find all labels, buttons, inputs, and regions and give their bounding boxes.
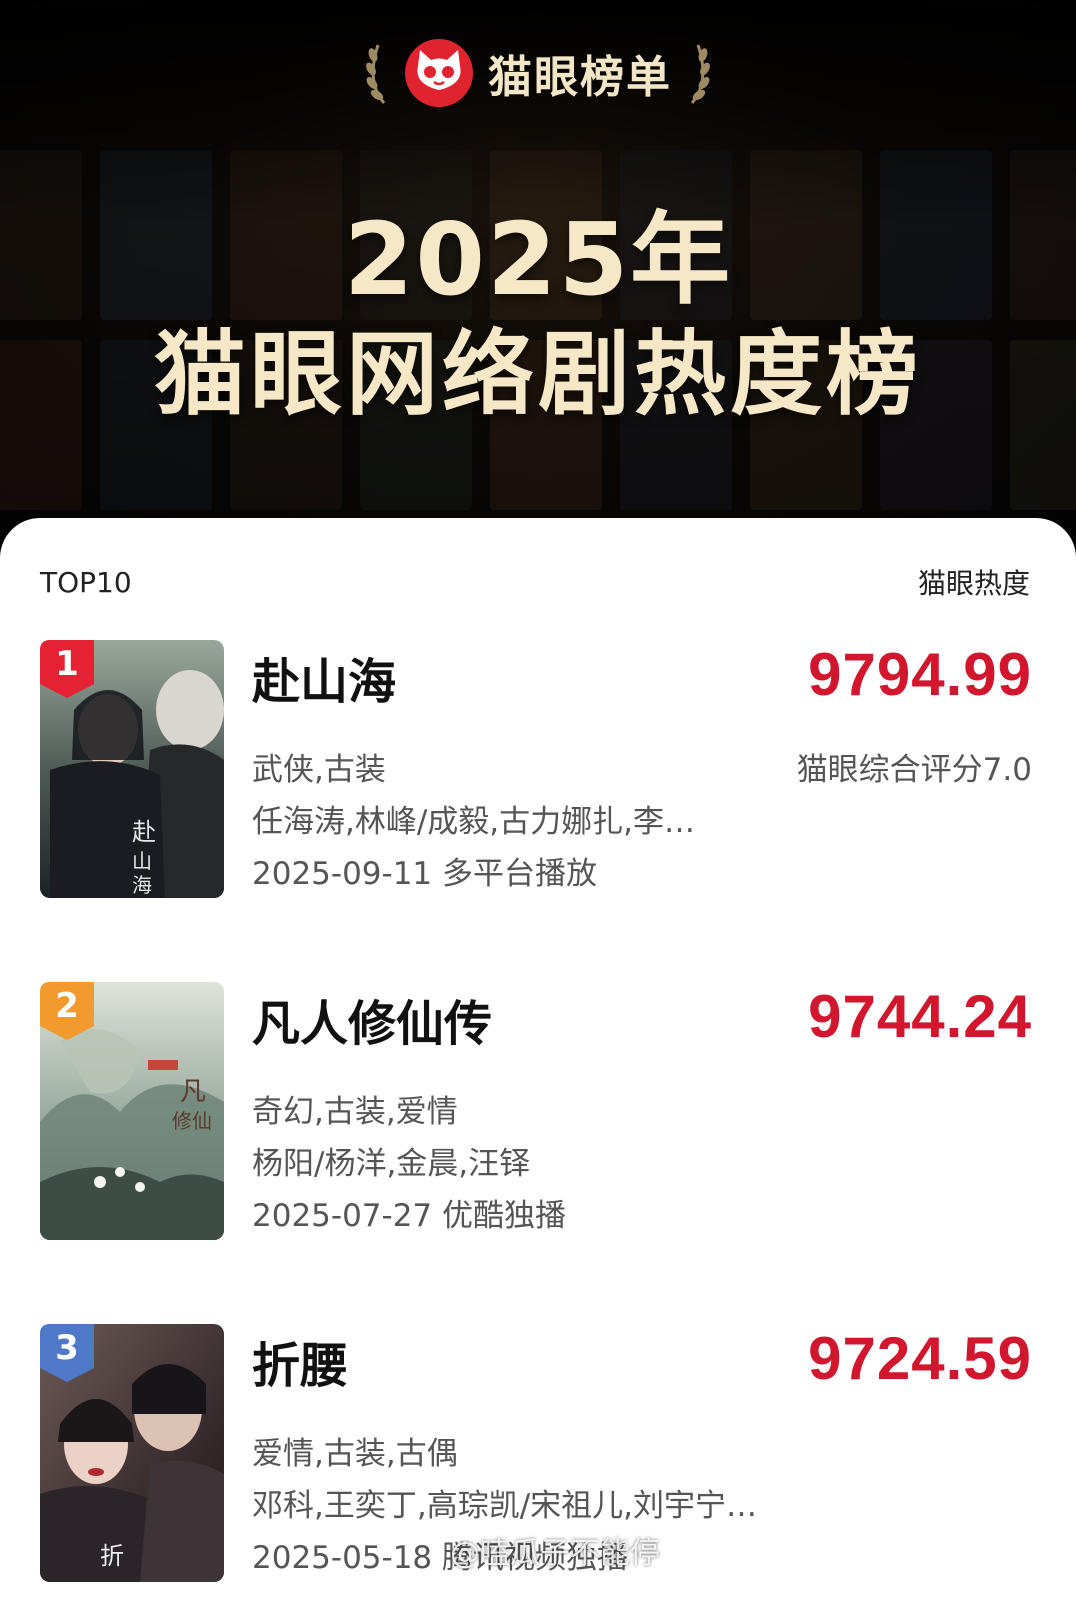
cast-list: 杨阳/杨洋,金晨,汪铎 (252, 1146, 531, 1182)
cat-face-logo-icon (405, 39, 473, 107)
genre-tags: 爱情,古装,古偶 (252, 1436, 458, 1472)
chart-main-title: 猫眼网络剧热度榜 (153, 321, 922, 428)
ranking-panel: TOP10 猫眼热度 赴 山 海 1 赴山海 9794.99 猫眼综合评分7.0… (0, 518, 1076, 1598)
rank-number: 3 (55, 1328, 79, 1368)
ranking-item-1[interactable]: 赴 山 海 1 赴山海 9794.99 猫眼综合评分7.0 武侠,古装 任海涛,… (40, 640, 1032, 902)
genre-tags: 武侠,古装 (252, 752, 386, 788)
drama-title[interactable]: 凡人修仙传 (252, 984, 492, 1054)
ranking-item-2[interactable]: 凡 修仙 2 凡人修仙传 9744.24 奇幻,古装,爱情 杨阳/杨洋,金晨,汪… (40, 982, 1032, 1244)
rank-number: 2 (55, 986, 79, 1026)
weibo-watermark: @嗑瓜子不能停 (450, 1536, 660, 1571)
heat-score: 9794.99 (808, 641, 1032, 708)
rank-number: 1 (55, 644, 79, 684)
cast-list: 邓科,王奕丁,高琮凯/宋祖儿,刘宇宁… (252, 1488, 758, 1524)
svg-text:修仙: 修仙 (172, 1109, 212, 1133)
brand-header: 猫眼榜单 (0, 38, 1076, 108)
genre-tags: 奇幻,古装,爱情 (252, 1094, 458, 1130)
svg-text:折: 折 (100, 1542, 124, 1570)
heat-column-label: 猫眼热度 (917, 567, 1030, 600)
cast-list: 任海涛,林峰/成毅,古力娜扎,李… (252, 804, 696, 840)
laurel-right-icon (690, 44, 710, 104)
composite-rating: 猫眼综合评分7.0 (796, 752, 1032, 788)
laurel-left-icon (366, 44, 386, 104)
svg-text:山: 山 (132, 849, 152, 873)
drama-title[interactable]: 赴山海 (252, 642, 396, 712)
release-info: 2025-07-27 优酷独播 (252, 1198, 567, 1234)
top10-label: TOP10 (40, 565, 132, 599)
release-info: 2025-09-11 多平台播放 (252, 856, 598, 892)
svg-text:赴: 赴 (132, 818, 156, 846)
heat-score: 9724.59 (808, 1325, 1032, 1392)
drama-title[interactable]: 折腰 (252, 1326, 348, 1396)
heat-score: 9744.24 (808, 983, 1032, 1050)
list-header: TOP10 猫眼热度 (40, 562, 1030, 602)
svg-text:凡: 凡 (180, 1077, 206, 1107)
svg-text:海: 海 (132, 873, 152, 897)
hero-banner: 猫眼榜单 2025年 猫眼网络剧热度榜 (0, 0, 1076, 560)
brand-name: 猫眼榜单 (488, 52, 672, 103)
